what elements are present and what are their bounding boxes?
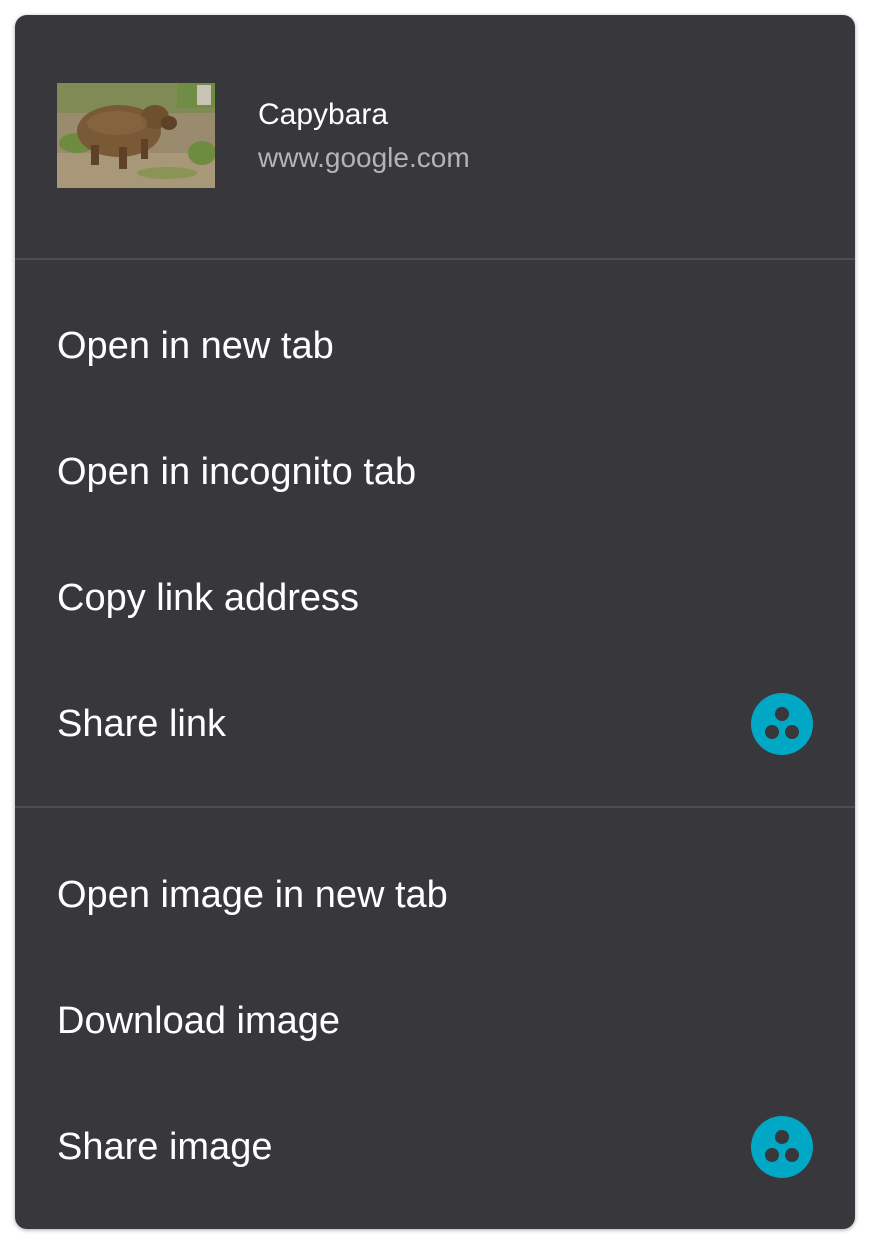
divider xyxy=(15,806,855,808)
menu-item-share-image[interactable]: Share image xyxy=(15,1084,855,1210)
menu-item-label: Share image xyxy=(57,1126,273,1168)
menu-item-open-in-incognito-tab[interactable]: Open in incognito tab xyxy=(15,409,855,535)
share-app-icon[interactable] xyxy=(751,1116,813,1178)
menu-item-label: Download image xyxy=(57,1000,341,1042)
page-url: www.google.com xyxy=(258,142,470,173)
menu-item-open-in-new-tab[interactable]: Open in new tab xyxy=(15,283,855,409)
context-menu-header: Capybara www.google.com xyxy=(15,15,855,258)
menu-item-download-image[interactable]: Download image xyxy=(15,958,855,1084)
share-app-icon[interactable] xyxy=(751,693,813,755)
capybara-thumbnail xyxy=(57,83,215,188)
menu-item-label: Open in new tab xyxy=(57,325,334,367)
menu-item-label: Open image in new tab xyxy=(57,874,448,916)
context-menu: Capybara www.google.com Open in new tab … xyxy=(15,15,855,1229)
menu-item-share-link[interactable]: Share link xyxy=(15,661,855,787)
menu-item-label: Share link xyxy=(57,703,226,745)
menu-item-open-image-in-new-tab[interactable]: Open image in new tab xyxy=(15,832,855,958)
menu-item-label: Open in incognito tab xyxy=(57,451,417,493)
menu-item-label: Copy link address xyxy=(57,577,360,619)
divider xyxy=(15,258,855,260)
menu-item-copy-link-address[interactable]: Copy link address xyxy=(15,535,855,661)
page-title: Capybara xyxy=(258,98,389,131)
